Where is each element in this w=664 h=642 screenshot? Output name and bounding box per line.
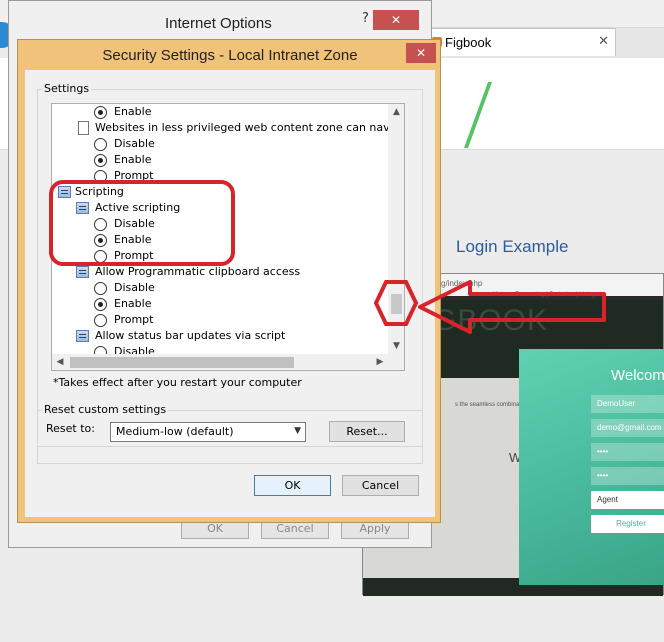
annotation-hexagon (373, 280, 419, 326)
annotation-arrow (418, 280, 606, 334)
annotation-overlay (373, 280, 606, 334)
